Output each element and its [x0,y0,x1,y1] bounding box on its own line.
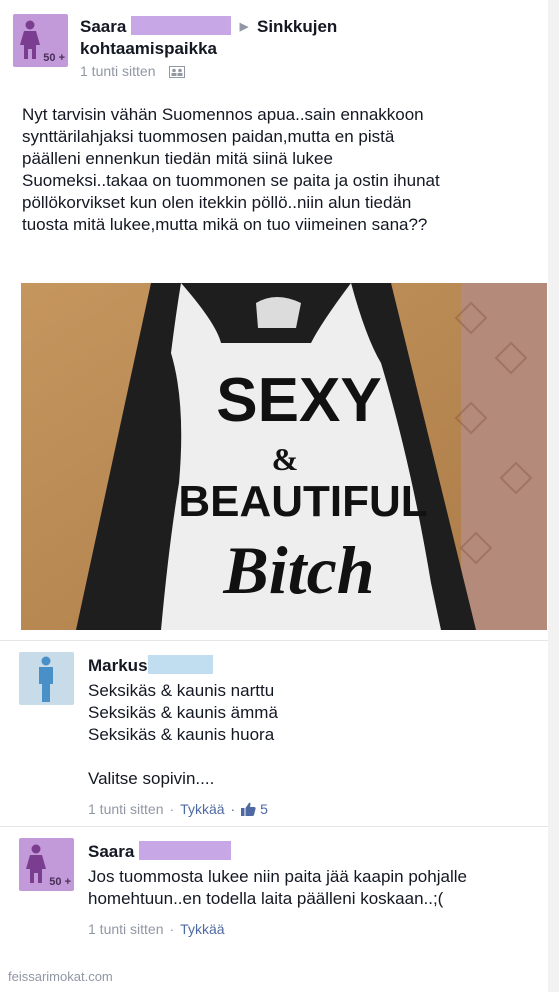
commenter-avatar[interactable] [19,652,74,705]
commenter-name[interactable]: Markus [88,656,148,675]
male-user-icon [39,656,53,702]
comment-text: Seksikäs & kaunis narttu Seksikäs & kaun… [88,680,278,790]
watermark: feissarimokat.com [8,969,113,984]
commenter-name[interactable]: Saara [88,842,134,861]
comment-meta: 1 tunti sitten · Tykkää · 5 [88,801,268,817]
comment-line: Valitse sopivin.... [88,769,215,788]
shirt-text-and: & [272,441,299,477]
author-name[interactable]: Saara [80,17,126,36]
shirt-text-bitch: Bitch [222,532,374,608]
redacted-name [131,16,232,35]
divider [0,640,548,641]
like-link[interactable]: Tykkää [180,921,224,937]
age-badge: 50 + [49,876,71,888]
divider [0,826,548,827]
post-timestamp[interactable]: 1 tunti sitten [80,63,156,79]
female-user-icon [20,20,40,59]
commenter-avatar[interactable]: 50 + [19,838,74,891]
post-meta: 1 tunti sitten [80,63,186,79]
comment-timestamp[interactable]: 1 tunti sitten [88,921,164,937]
redacted-name [147,655,213,674]
comment-line: Seksikäs & kaunis huora [88,725,275,744]
comment-meta: 1 tunti sitten · Tykkää [88,921,225,937]
author-avatar[interactable]: 50 + [13,14,68,67]
friends-icon [169,66,186,78]
age-badge: 50 + [43,52,65,64]
redacted-name [139,841,232,860]
comment-line [88,746,278,768]
post-header: Saara ▶ Sinkkujen kohtaamispaikka [80,16,440,59]
comment-text: Jos tuommosta lukee niin paita jää kaapi… [88,867,467,908]
comment-timestamp[interactable]: 1 tunti sitten [88,801,164,817]
comment-line: Seksikäs & kaunis narttu [88,681,275,700]
like-count[interactable]: 5 [260,801,268,817]
comment-body: Markus Seksikäs & kaunis narttu Seksikäs… [88,655,278,817]
post-photo[interactable]: SEXY & BEAUTIFUL Bitch [21,283,547,630]
thumbs-up-icon [241,802,256,816]
comment-body: Saara Jos tuommosta lukee niin paita jää… [88,841,468,937]
comment-line: Seksikäs & kaunis ämmä [88,703,278,722]
shirt-text-sexy: SEXY [216,366,381,435]
post-card: 50 + Saara ▶ Sinkkujen kohtaamispaikka 1… [0,0,548,992]
arrow-right-icon: ▶ [239,21,249,33]
shirt-text-beautiful: BEAUTIFUL [178,477,427,526]
post-text: Nyt tarvisin vähän Suomennos apua..sain … [22,105,440,234]
like-link[interactable]: Tykkää [180,801,224,817]
female-user-icon [26,844,46,883]
